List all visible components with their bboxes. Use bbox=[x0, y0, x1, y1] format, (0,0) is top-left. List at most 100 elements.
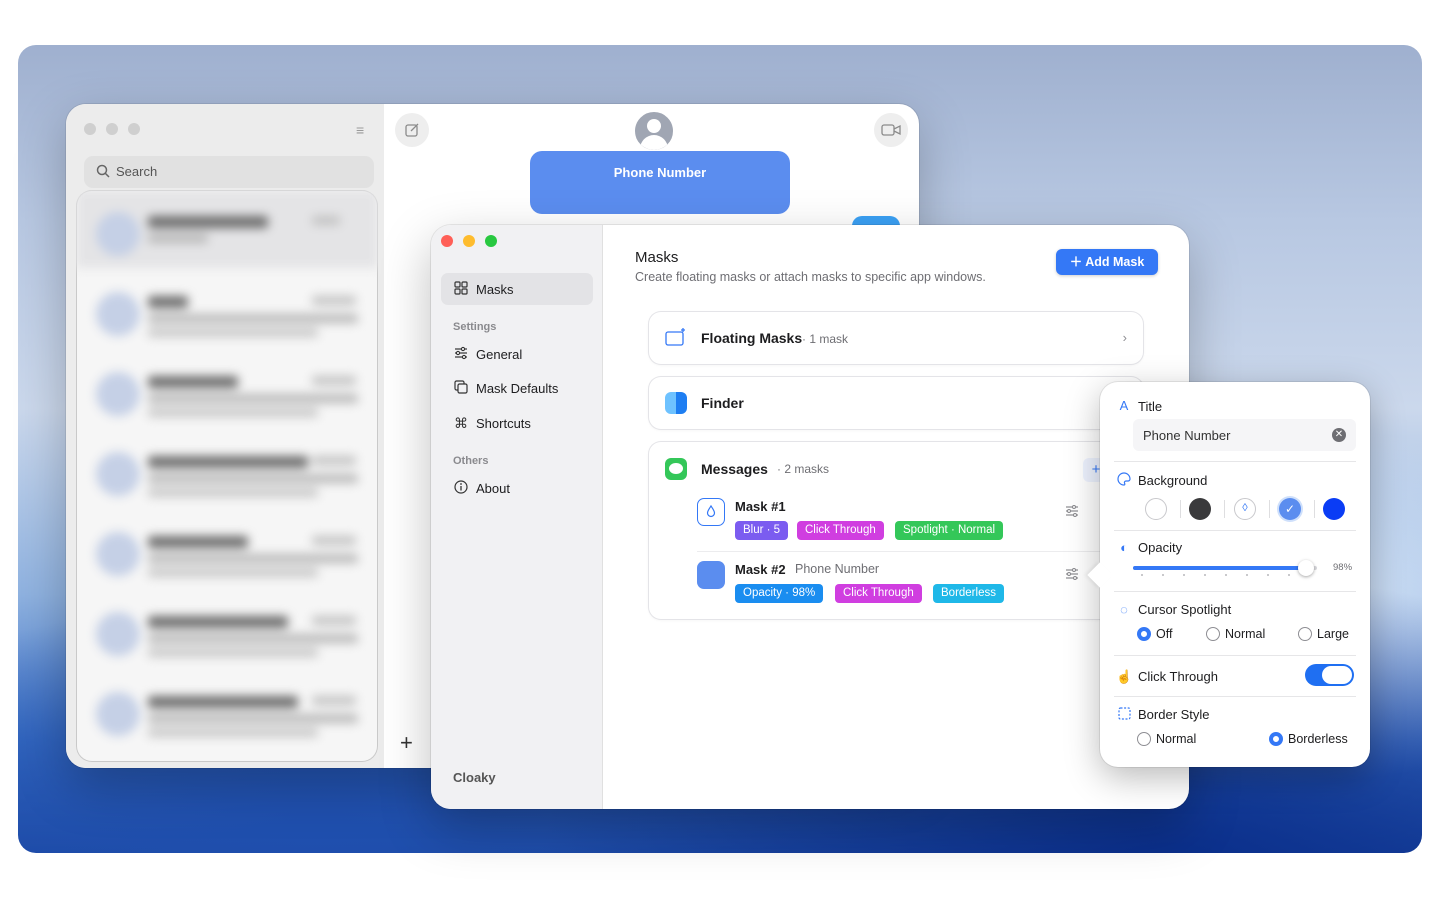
search-input[interactable]: Search bbox=[84, 156, 374, 188]
grid-icon bbox=[453, 281, 469, 297]
blur-drop-icon bbox=[697, 498, 725, 526]
search-icon bbox=[96, 164, 110, 181]
contrast-icon: ◐ bbox=[1120, 540, 1128, 555]
slider-tick bbox=[1288, 574, 1290, 576]
floating-masks-card[interactable]: Floating Masks · 1 mask › bbox=[649, 312, 1143, 364]
background-label: Background bbox=[1138, 473, 1208, 488]
finder-card[interactable]: Finder bbox=[649, 377, 1143, 429]
divider bbox=[1180, 500, 1181, 518]
list-item bbox=[76, 590, 378, 668]
slider-tick bbox=[1225, 574, 1227, 576]
messages-count: · 2 masks bbox=[777, 462, 830, 476]
info-icon bbox=[453, 480, 469, 496]
hand-pointer-icon: ☝ bbox=[1116, 669, 1133, 684]
sidebar-section-others: Others bbox=[453, 455, 489, 467]
sidebar-item-about[interactable]: About bbox=[441, 472, 593, 504]
compose-icon[interactable] bbox=[395, 113, 429, 147]
phone-number-mask[interactable]: Phone Number bbox=[530, 151, 790, 214]
mask-1-settings-icon[interactable] bbox=[1065, 504, 1079, 520]
dashed-border-icon bbox=[1116, 707, 1132, 723]
page-title: Masks bbox=[635, 249, 679, 266]
finder-title: Finder bbox=[701, 395, 744, 411]
zoom-dot[interactable] bbox=[128, 123, 140, 135]
finder-app-icon bbox=[665, 392, 687, 414]
page-subtitle: Create floating masks or attach masks to… bbox=[635, 270, 986, 284]
sidebar-item-shortcuts[interactable]: ⌘ Shortcuts bbox=[441, 407, 593, 439]
divider bbox=[1114, 530, 1356, 531]
title-label: Title bbox=[1138, 399, 1163, 414]
divider bbox=[1269, 500, 1270, 518]
opacity-slider[interactable] bbox=[1133, 560, 1317, 576]
spotlight-large-radio[interactable] bbox=[1298, 627, 1312, 641]
mask-1-name: Mask #1 bbox=[735, 499, 786, 514]
messages-card: Messages · 2 masks + Mask #1 Blur · 5 Cl… bbox=[649, 442, 1143, 619]
filter-icon[interactable]: ≡ bbox=[356, 122, 364, 138]
tag-click-through: Click Through bbox=[835, 584, 922, 603]
slider-tick bbox=[1183, 574, 1185, 576]
sidebar-item-general[interactable]: General bbox=[441, 338, 593, 370]
mask-2-settings-icon[interactable] bbox=[1065, 567, 1079, 583]
divider bbox=[1314, 500, 1315, 518]
border-style-label: Border Style bbox=[1138, 707, 1210, 722]
messages-sidebar: ≡ Search bbox=[66, 104, 384, 768]
chevron-right-icon: › bbox=[1122, 330, 1127, 345]
slider-tick bbox=[1162, 574, 1164, 576]
floating-masks-count: · 1 mask bbox=[802, 332, 849, 346]
messages-title: Messages bbox=[701, 461, 768, 477]
add-icon[interactable]: + bbox=[400, 730, 413, 756]
tag-spotlight: Spotlight · Normal bbox=[895, 521, 1004, 540]
video-call-icon[interactable] bbox=[874, 113, 908, 147]
close-button[interactable] bbox=[441, 235, 453, 247]
list-item bbox=[76, 670, 378, 748]
plus-icon: ＋ bbox=[1069, 255, 1083, 269]
sidebar-item-label: General bbox=[476, 347, 523, 362]
palette-icon bbox=[1116, 472, 1132, 489]
border-normal-radio[interactable] bbox=[1137, 732, 1151, 746]
border-borderless-radio[interactable] bbox=[1269, 732, 1283, 746]
list-item bbox=[76, 430, 378, 508]
swatch-blue[interactable] bbox=[1323, 498, 1345, 520]
swatch-white[interactable] bbox=[1145, 498, 1167, 520]
divider bbox=[1224, 500, 1225, 518]
sidebar-item-label: Shortcuts bbox=[476, 416, 531, 431]
sidebar-item-mask-defaults[interactable]: Mask Defaults bbox=[441, 372, 593, 404]
close-dot[interactable] bbox=[84, 123, 96, 135]
app-name: Cloaky bbox=[453, 770, 496, 785]
add-mask-button[interactable]: ＋ Add Mask bbox=[1056, 249, 1158, 275]
opacity-slider-knob[interactable] bbox=[1298, 560, 1314, 576]
zoom-button[interactable] bbox=[485, 235, 497, 247]
sidebar: Masks Settings General Mask Defaults ⌘ S… bbox=[431, 225, 603, 809]
squares-icon bbox=[453, 380, 469, 396]
text-icon: A bbox=[1119, 398, 1129, 413]
slider-tick bbox=[1246, 574, 1248, 576]
spotlight-normal-radio[interactable] bbox=[1206, 627, 1220, 641]
swatch-blur-drop-icon[interactable]: ◊ bbox=[1234, 498, 1256, 520]
tag-borderless: Borderless bbox=[933, 584, 1004, 603]
spotlight-off-radio[interactable] bbox=[1137, 627, 1151, 641]
click-through-toggle[interactable] bbox=[1305, 664, 1354, 686]
tag-opacity: Opacity · 98% bbox=[735, 584, 824, 603]
list-item bbox=[76, 350, 378, 428]
contact-avatar[interactable] bbox=[633, 110, 675, 152]
spotlight-normal-label: Normal bbox=[1225, 627, 1266, 641]
sidebar-item-masks[interactable]: Masks bbox=[441, 273, 593, 305]
list-item bbox=[76, 270, 378, 348]
slider-tick bbox=[1141, 574, 1143, 576]
clear-icon[interactable]: ✕ bbox=[1332, 428, 1346, 442]
swatch-selected-check-icon[interactable]: ✓ bbox=[1279, 498, 1301, 520]
minimize-dot[interactable] bbox=[106, 123, 118, 135]
title-input[interactable]: Phone Number ✕ bbox=[1133, 419, 1356, 451]
slider-tick bbox=[1204, 574, 1206, 576]
floating-masks-title: Floating Masks bbox=[701, 330, 803, 346]
messages-app-icon bbox=[665, 458, 687, 480]
divider bbox=[1114, 461, 1356, 462]
minimize-button[interactable] bbox=[463, 235, 475, 247]
swatch-dark[interactable] bbox=[1189, 498, 1211, 520]
conversation-list-blurred bbox=[76, 190, 378, 762]
sidebar-item-label: Masks bbox=[476, 282, 514, 297]
list-item bbox=[76, 190, 378, 268]
divider bbox=[1114, 696, 1356, 697]
list-item bbox=[76, 510, 378, 588]
sliders-icon bbox=[453, 346, 469, 362]
mask-2-name: Mask #2 bbox=[735, 562, 786, 577]
